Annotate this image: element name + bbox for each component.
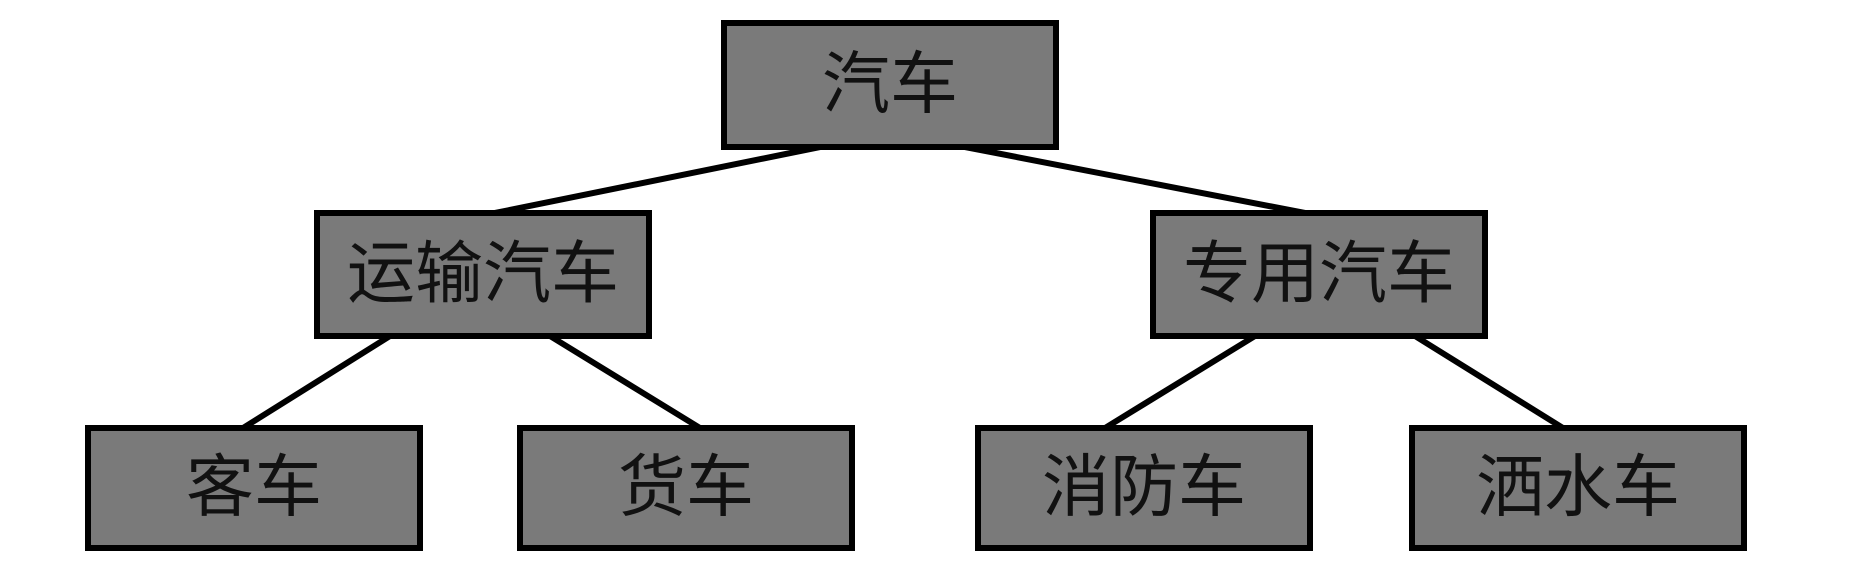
node-label: 消防车 xyxy=(1042,449,1246,528)
connector-transport-to-bus xyxy=(240,333,393,431)
node-label: 货车 xyxy=(618,449,754,528)
node-label: 洒水车 xyxy=(1476,449,1680,528)
connector-root-to-transport xyxy=(492,144,823,216)
tree-diagram: 汽车 运输汽车 专用汽车 客车 货车 消防车 洒水车 xyxy=(85,20,1747,551)
node-label: 运输汽车 xyxy=(347,235,619,314)
node-label: 汽车 xyxy=(822,46,958,125)
node-label: 专用汽车 xyxy=(1183,235,1455,314)
connector-root-to-special xyxy=(962,144,1308,216)
connector-special-to-firetruck xyxy=(1102,333,1258,431)
connector-special-to-sprinkler xyxy=(1412,333,1566,431)
node-transport-vehicle: 运输汽车 xyxy=(314,210,652,339)
node-label: 客车 xyxy=(186,449,322,528)
node-sprinkler-truck: 洒水车 xyxy=(1409,425,1747,551)
node-truck: 货车 xyxy=(517,425,855,551)
node-special-vehicle: 专用汽车 xyxy=(1150,210,1488,339)
node-fire-truck: 消防车 xyxy=(975,425,1313,551)
connector-transport-to-truck xyxy=(547,333,703,431)
node-bus: 客车 xyxy=(85,425,423,551)
node-root: 汽车 xyxy=(721,20,1059,150)
